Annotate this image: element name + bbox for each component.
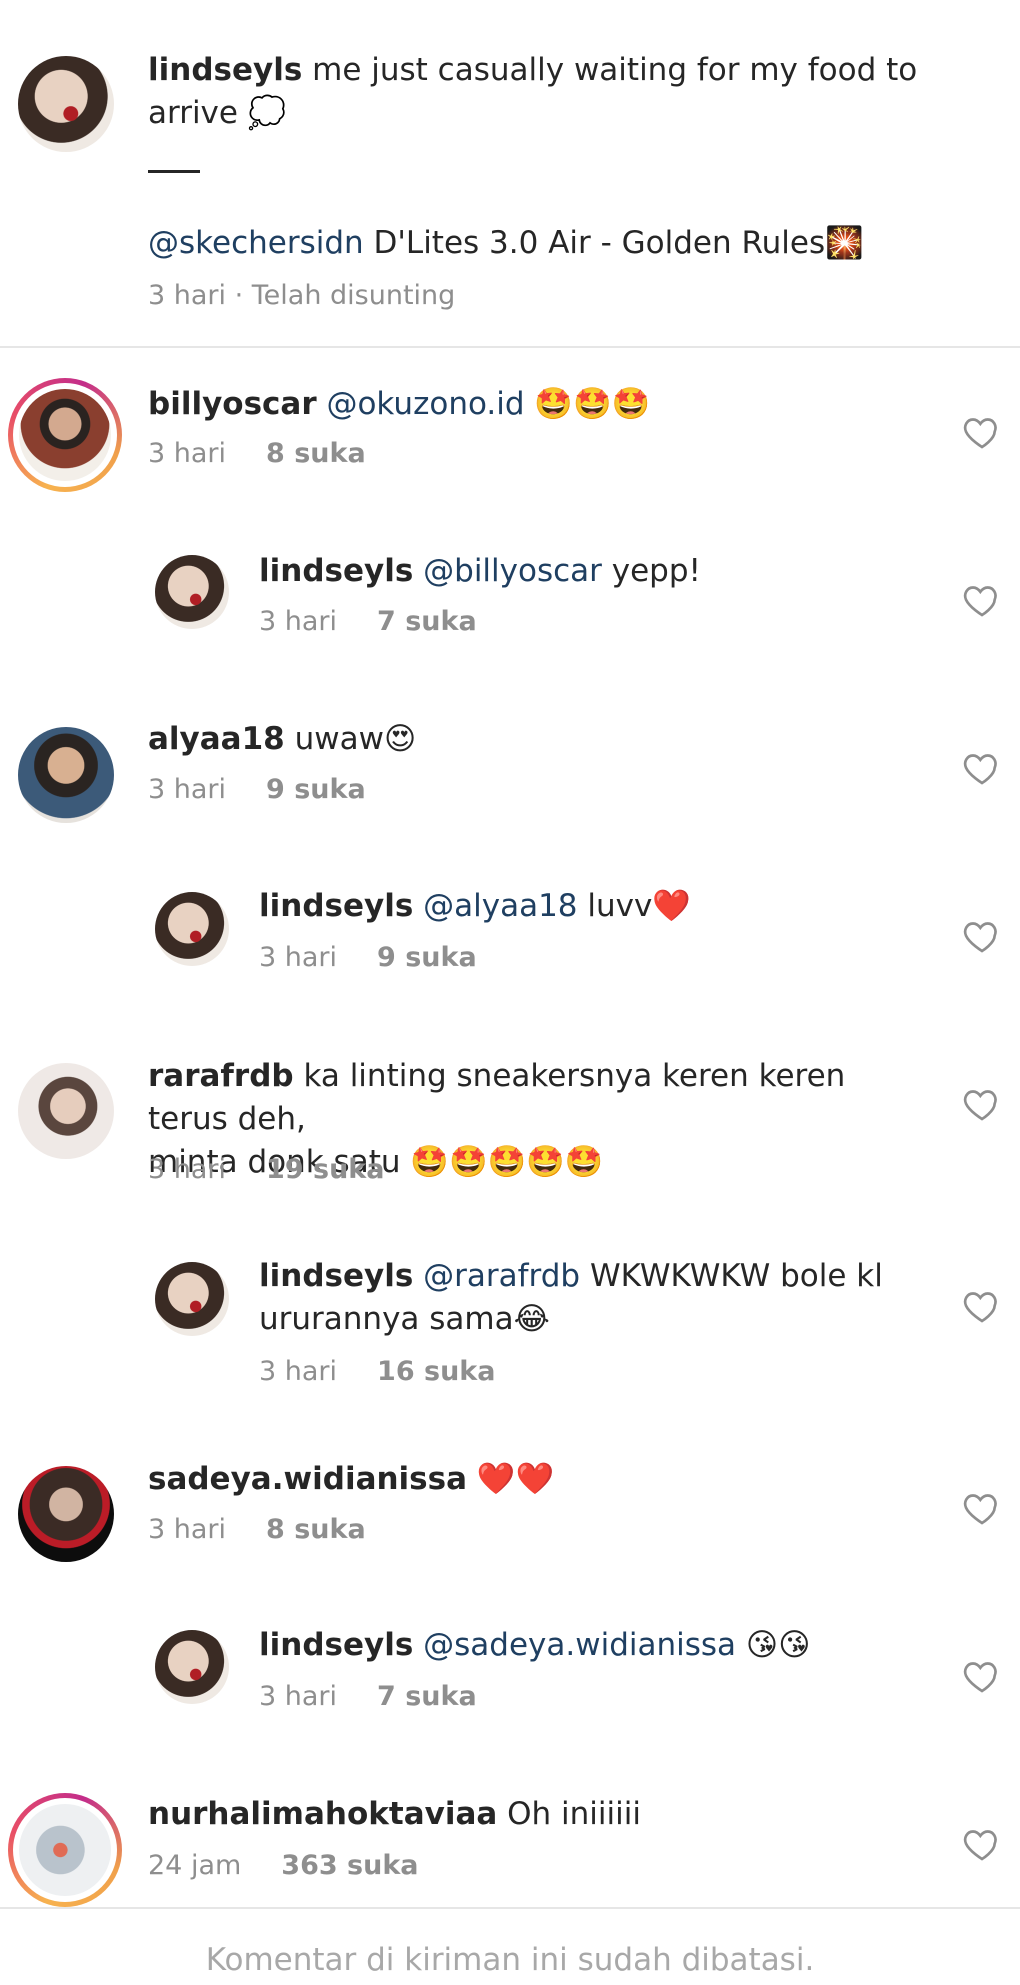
comment-likes[interactable]: 7 suka bbox=[377, 1681, 477, 1712]
comment-username[interactable]: billyoscar bbox=[148, 386, 317, 422]
caption-mention[interactable]: @skechersidn bbox=[148, 225, 364, 261]
comment-meta: 3 hari 19 suka bbox=[148, 1154, 384, 1185]
comment-likes[interactable]: 9 suka bbox=[377, 942, 477, 973]
comment-time: 3 hari bbox=[148, 438, 227, 469]
comment-username[interactable]: sadeya.widianissa bbox=[148, 1461, 467, 1497]
comment-username[interactable]: lindseyls bbox=[259, 553, 413, 589]
avatar-story-ring[interactable] bbox=[8, 378, 122, 492]
comment-likes[interactable]: 9 suka bbox=[266, 774, 366, 805]
comment-username[interactable]: alyaa18 bbox=[148, 721, 285, 757]
comment-mention[interactable]: @rarafrdb bbox=[423, 1258, 580, 1294]
avatar[interactable] bbox=[155, 555, 229, 629]
comment-username[interactable]: nurhalimahoktaviaa bbox=[148, 1796, 497, 1832]
comment-likes[interactable]: 8 suka bbox=[266, 438, 366, 469]
comment-time: 3 hari bbox=[259, 942, 338, 973]
heart-outline-icon[interactable] bbox=[962, 1488, 1002, 1528]
caption-meta: 3 hari · Telah disunting bbox=[148, 280, 456, 311]
heart-outline-icon[interactable] bbox=[962, 916, 1002, 956]
comment-likes[interactable]: 363 suka bbox=[281, 1850, 418, 1881]
comment-time: 24 jam bbox=[148, 1850, 242, 1881]
comment-body: luvv❤️ bbox=[587, 888, 691, 924]
comment-text: billyoscar @okuzono.id 🤩🤩🤩 bbox=[148, 383, 928, 426]
comment-likes[interactable]: 16 suka bbox=[377, 1356, 495, 1387]
heart-outline-icon[interactable] bbox=[962, 1824, 1002, 1864]
comment-likes[interactable]: 19 suka bbox=[266, 1154, 384, 1185]
comment-meta: 3 hari 9 suka bbox=[259, 942, 477, 973]
avatar[interactable] bbox=[18, 727, 114, 823]
comment-meta: 3 hari 8 suka bbox=[148, 438, 366, 469]
caption-username[interactable]: lindseyls bbox=[148, 52, 302, 88]
avatar[interactable] bbox=[155, 1262, 229, 1336]
heart-outline-icon[interactable] bbox=[962, 412, 1002, 452]
comment-meta: 3 hari 8 suka bbox=[148, 1514, 366, 1545]
caption-mention-line: @skechersidn D'Lites 3.0 Air - Golden Ru… bbox=[148, 222, 988, 265]
caption-separator bbox=[148, 170, 200, 173]
comment-text: lindseyls @rarafrdb WKWKWKW bole kl urur… bbox=[259, 1255, 939, 1341]
caption-text: lindseyls me just casually waiting for m… bbox=[148, 49, 988, 135]
avatar[interactable] bbox=[19, 389, 111, 481]
avatar[interactable] bbox=[18, 1466, 114, 1562]
heart-outline-icon[interactable] bbox=[962, 748, 1002, 788]
comment-time: 3 hari bbox=[259, 1356, 338, 1387]
comment-time: 3 hari bbox=[259, 606, 338, 637]
avatar[interactable] bbox=[155, 1630, 229, 1704]
comment-time: 3 hari bbox=[148, 1514, 227, 1545]
caption-section: lindseyls me just casually waiting for m… bbox=[0, 0, 1020, 348]
comment-body-line2: ururannya sama😂 bbox=[259, 1301, 550, 1337]
comment-body: 😘😘 bbox=[745, 1627, 811, 1663]
comment-text: lindseyls @sadeya.widianissa 😘😘 bbox=[259, 1624, 939, 1667]
heart-outline-icon[interactable] bbox=[962, 1656, 1002, 1696]
comment-body: Oh iniiiiii bbox=[507, 1796, 641, 1832]
heart-outline-icon[interactable] bbox=[962, 1286, 1002, 1326]
comment-likes[interactable]: 8 suka bbox=[266, 1514, 366, 1545]
comment-mention[interactable]: @okuzono.id bbox=[326, 386, 524, 422]
heart-outline-icon[interactable] bbox=[962, 1084, 1002, 1124]
avatar[interactable] bbox=[155, 892, 229, 966]
comment-text: lindseyls @alyaa18 luvv❤️ bbox=[259, 885, 939, 928]
comment-text: lindseyls @billyoscar yepp! bbox=[259, 550, 939, 593]
comment-body: ❤️❤️ bbox=[476, 1461, 555, 1497]
comment-username[interactable]: rarafrdb bbox=[148, 1058, 294, 1094]
comment-likes[interactable]: 7 suka bbox=[377, 606, 477, 637]
comment-body: yepp! bbox=[611, 553, 701, 589]
comment-body: 🤩🤩🤩 bbox=[534, 386, 651, 422]
comment-username[interactable]: lindseyls bbox=[259, 1258, 413, 1294]
comment-time: 3 hari bbox=[259, 1681, 338, 1712]
comments-restricted-notice: Komentar di kiriman ini sudah dibatasi. bbox=[205, 1942, 815, 1978]
avatar-story-ring[interactable] bbox=[8, 1793, 122, 1907]
comment-body: uwaw😍 bbox=[294, 721, 417, 757]
avatar[interactable] bbox=[18, 1063, 114, 1159]
comment-time: 3 hari bbox=[148, 1154, 227, 1185]
heart-outline-icon[interactable] bbox=[962, 580, 1002, 620]
comment-time: 3 hari bbox=[148, 774, 227, 805]
comment-username[interactable]: lindseyls bbox=[259, 888, 413, 924]
comment-username[interactable]: lindseyls bbox=[259, 1627, 413, 1663]
comment-text: alyaa18 uwaw😍 bbox=[148, 718, 928, 761]
comment-meta: 3 hari 16 suka bbox=[259, 1356, 495, 1387]
avatar[interactable] bbox=[19, 1804, 111, 1896]
comment-meta: 3 hari 7 suka bbox=[259, 606, 477, 637]
comment-meta: 3 hari 9 suka bbox=[148, 774, 366, 805]
comment-meta: 3 hari 7 suka bbox=[259, 1681, 477, 1712]
comment-mention[interactable]: @billyoscar bbox=[423, 553, 602, 589]
caption-mention-text: D'Lites 3.0 Air - Golden Rules🎇 bbox=[373, 225, 864, 261]
comment-body: WKWKWKW bole kl bbox=[589, 1258, 883, 1294]
comment-mention[interactable]: @sadeya.widianissa bbox=[423, 1627, 736, 1663]
comment-meta: 24 jam 363 suka bbox=[148, 1850, 419, 1881]
avatar[interactable] bbox=[18, 56, 114, 152]
comment-text: sadeya.widianissa ❤️❤️ bbox=[148, 1458, 928, 1501]
comment-mention[interactable]: @alyaa18 bbox=[423, 888, 577, 924]
comment-text: nurhalimahoktaviaa Oh iniiiiii bbox=[148, 1793, 928, 1836]
footer-divider bbox=[0, 1907, 1020, 1909]
